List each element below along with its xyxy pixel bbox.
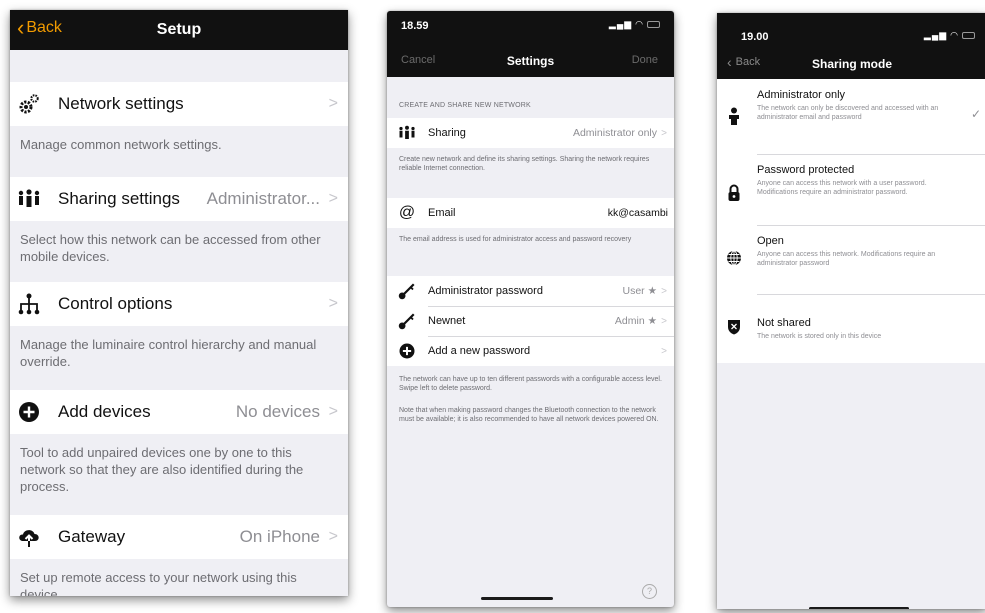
status-time: 18.59 [401, 20, 429, 32]
row-value: Administrator... [206, 189, 320, 208]
home-indicator [809, 607, 909, 609]
option-description: Anyone can access this network. Modifica… [757, 251, 936, 268]
cloud-upload-icon [17, 525, 41, 549]
at-sign-icon: @ [398, 204, 416, 221]
navigation-bar: 18.59 ▂▄▆ ◠ Cancel Settings Done [387, 11, 674, 77]
battery-icon [647, 21, 660, 28]
email-row[interactable]: @ Email kk@casambi [387, 198, 674, 228]
row-label: Administrator password [428, 285, 543, 297]
navigation-bar: ‹ Back Setup [10, 10, 348, 50]
email-description: The email address is used for administra… [399, 236, 632, 243]
settings-screen: 18.59 ▂▄▆ ◠ Cancel Settings Done CREATE … [387, 11, 674, 607]
gateway-row[interactable]: Gateway On iPhone > [10, 515, 348, 559]
gears-icon [17, 92, 41, 116]
network-settings-description: Manage common network settings. [20, 137, 222, 152]
email-value: kk@casambi [607, 207, 668, 219]
chevron-right-icon: > [328, 528, 338, 545]
sharing-description: Create new network and define its sharin… [399, 156, 650, 173]
chevron-right-icon: > [328, 295, 338, 312]
globe-icon [725, 249, 743, 267]
key-icon [398, 282, 416, 300]
row-value: Administrator only [572, 127, 657, 139]
chevron-right-icon: > [661, 127, 667, 139]
sharing-row[interactable]: Sharing Administrator only > [387, 118, 674, 148]
setup-screen: ‹ Back Setup Network settings > Manage c… [10, 10, 348, 596]
network-settings-row[interactable]: Network settings > [10, 82, 348, 126]
people-sharing-icon [17, 187, 41, 211]
status-time: 19.00 [741, 31, 769, 43]
sharing-settings-row[interactable]: Sharing settings Administrator... > [10, 177, 348, 221]
option-title: Password protected [757, 164, 855, 176]
signal-icon: ▂▄▆ [923, 30, 948, 40]
sharing-settings-description: Select how this network can be accessed … [20, 232, 321, 265]
option-description: Anyone can access this network with a us… [757, 180, 927, 197]
row-label: Add a new password [428, 345, 531, 357]
option-description: The network can only be discovered and a… [757, 105, 939, 122]
done-button[interactable]: Done [632, 54, 658, 66]
page-title: Setup [156, 21, 202, 38]
row-label: Sharing settings [58, 189, 180, 208]
option-description: The network is stored only in this devic… [757, 333, 882, 340]
control-options-row[interactable]: Control options > [10, 282, 348, 326]
row-value: On iPhone [239, 527, 320, 546]
person-icon [725, 107, 743, 125]
chevron-right-icon: > [661, 315, 667, 327]
page-title: Sharing mode [811, 57, 892, 71]
administrator-password-row[interactable]: Administrator password User ★ > [387, 276, 674, 306]
newnet-password-row[interactable]: Newnet Admin ★ > [387, 306, 674, 336]
row-label: Add devices [58, 402, 151, 421]
checkmark-icon: ✓ [970, 107, 981, 121]
shield-x-icon [725, 318, 743, 336]
row-value: User ★ [622, 285, 658, 297]
row-label: Sharing [428, 127, 466, 139]
people-sharing-icon [398, 124, 416, 142]
status-icons: ▂▄▆ ◠ [924, 30, 975, 41]
option-title: Administrator only [757, 89, 846, 101]
add-circle-icon [398, 342, 416, 360]
divider [757, 154, 985, 155]
key-icon [398, 312, 416, 330]
add-circle-icon [17, 400, 41, 424]
hierarchy-icon [17, 292, 41, 316]
gateway-description: Set up remote access to your network usi… [20, 570, 297, 596]
divider [757, 294, 985, 295]
status-icons: ▂▄▆ ◠ [609, 19, 660, 30]
control-options-description: Manage the luminaire control hierarchy a… [20, 337, 317, 370]
add-devices-description: Tool to add unpaired devices one by one … [20, 445, 304, 495]
wifi-icon: ◠ [635, 19, 644, 29]
chevron-right-icon: > [661, 285, 667, 297]
home-indicator [481, 597, 553, 600]
row-label: Newnet [428, 315, 466, 327]
add-password-row[interactable]: Add a new password > [387, 336, 674, 366]
divider [757, 225, 985, 226]
option-password-protected[interactable]: Password protected Anyone can access thi… [717, 164, 985, 228]
chevron-right-icon: > [661, 345, 667, 357]
row-value: No devices [235, 402, 320, 421]
chevron-right-icon: > [328, 95, 338, 112]
battery-icon [962, 32, 975, 39]
option-not-shared[interactable]: Not shared The network is stored only in… [717, 317, 985, 357]
add-devices-row[interactable]: Add devices No devices > [10, 390, 348, 434]
wifi-icon: ◠ [950, 30, 959, 40]
section-header: CREATE AND SHARE NEW NETWORK [399, 102, 531, 109]
chevron-right-icon: > [328, 190, 338, 207]
row-label: Email [428, 207, 456, 219]
option-title: Open [757, 235, 784, 247]
row-label: Control options [58, 294, 173, 313]
option-open[interactable]: Open Anyone can access this network. Mod… [717, 235, 985, 299]
bluetooth-note: Note that when making password changes t… [399, 407, 659, 424]
row-label: Network settings [58, 94, 184, 113]
chevron-right-icon: > [328, 403, 338, 420]
lock-icon [725, 184, 743, 202]
signal-icon: ▂▄▆ [608, 19, 633, 29]
option-administrator-only[interactable]: Administrator only The network can only … [717, 89, 985, 153]
help-button[interactable]: ? [642, 584, 657, 599]
navigation-bar: 19.00 ▂▄▆ ◠ ‹ Back Sharing mode [717, 13, 985, 79]
password-description: The network can have up to ten different… [399, 376, 662, 393]
sharing-mode-screen: 19.00 ▂▄▆ ◠ ‹ Back Sharing mode Administ… [717, 13, 985, 609]
option-title: Not shared [757, 317, 811, 329]
row-label: Gateway [58, 527, 126, 546]
row-value: Admin ★ [614, 315, 657, 327]
